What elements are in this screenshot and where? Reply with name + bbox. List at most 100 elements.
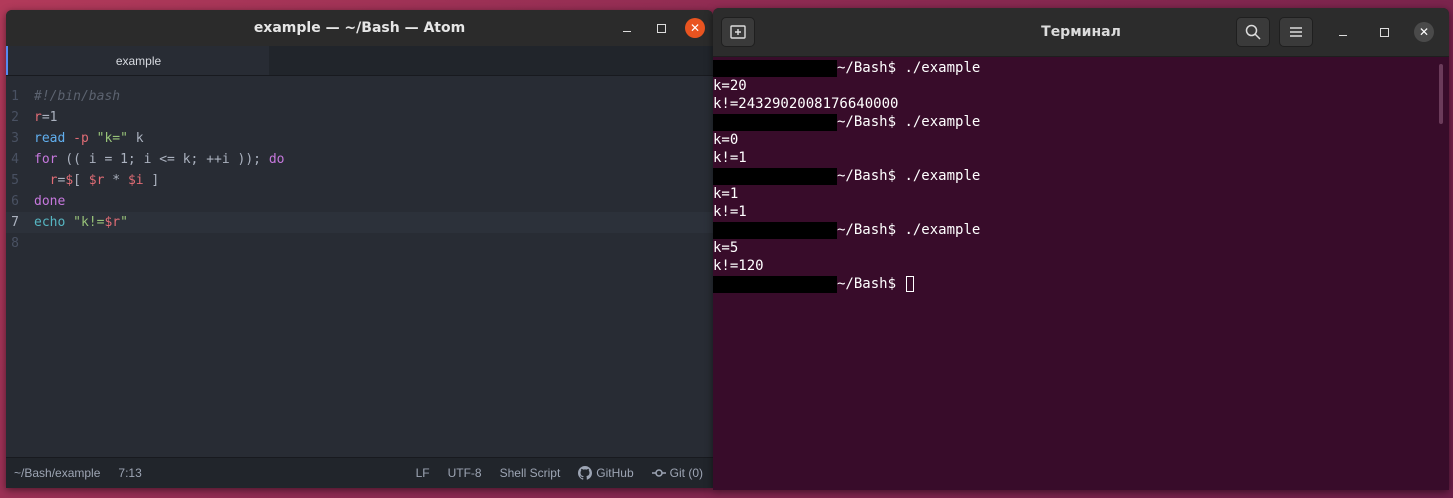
redacted-user-host [713,221,837,239]
new-tab-icon [730,25,746,39]
minimize-icon [1339,34,1347,36]
close-button[interactable]: ✕ [685,18,705,38]
token-keyword: do [268,152,285,167]
status-encoding[interactable]: UTF-8 [448,466,482,480]
status-cursor-position[interactable]: 7:13 [118,466,141,480]
status-github[interactable]: GitHub [578,466,634,480]
code-line-active: 7 echo "k!=$r" [6,212,713,233]
atom-window: example — ~/Bash — Atom ✕ example 1 #!/b… [6,10,713,488]
terminal-title: Терминал [1041,24,1121,40]
token-text: =1 [41,110,58,125]
search-button[interactable] [1236,17,1270,47]
code-line: 8 [6,233,713,254]
token-text: (( i = 1; i <= k; ++i )); [57,152,269,167]
git-commit-icon [651,469,666,477]
minimize-button[interactable] [617,18,637,38]
terminal-window: Терминал ✕ ~/Bash$ ./example k=20 k!=243… [713,8,1449,490]
line-number: 5 [11,173,19,188]
token-keyword: for [34,152,58,167]
token-text: [ [73,173,89,188]
redacted-user-host [713,59,837,77]
command: ./example [904,168,981,184]
output-line: k!=2432902008176640000 [713,96,899,112]
text-cursor [906,276,915,292]
prompt-line-current: ~/Bash$ [713,275,1449,293]
token-dollar: $ [65,173,74,188]
line-number: 3 [11,131,19,146]
minimize-icon [623,30,631,32]
terminal-minimize-button[interactable] [1326,17,1360,47]
code-line: 1 #!/bin/bash [6,86,713,107]
line-number: 4 [11,152,19,167]
close-icon: ✕ [689,21,701,35]
command: ./example [904,60,981,76]
token-var: $r [88,173,105,188]
token-var: r [34,110,42,125]
token-text: k [127,131,144,146]
maximize-button[interactable] [651,18,671,38]
prompt-line: ~/Bash$ ./example [713,59,1449,77]
search-icon [1245,24,1261,40]
status-bar: ~/Bash/example 7:13 LF UTF-8 Shell Scrip… [6,457,713,488]
status-line-ending[interactable]: LF [416,466,430,480]
token-builtin: read [34,131,66,146]
github-label: GitHub [596,466,634,480]
atom-tab-bar: example [6,46,713,76]
token-text: ] [143,173,160,188]
token-text: * [104,173,128,188]
prompt-line: ~/Bash$ ./example [713,113,1449,131]
prompt-line: ~/Bash$ ./example [713,167,1449,185]
output-line: k!=120 [713,258,764,274]
prompt-line: ~/Bash$ ./example [713,221,1449,239]
comment-shebang: #!/bin/bash [34,89,121,104]
code-line: 4 for (( i = 1; i <= k; ++i )); do [6,149,713,170]
status-git[interactable]: Git (0) [651,466,703,480]
status-grammar[interactable]: Shell Script [500,466,561,480]
atom-titlebar[interactable]: example — ~/Bash — Atom ✕ [6,10,713,46]
prompt-path: ~/Bash$ [837,60,905,76]
git-label: Git (0) [669,466,703,480]
prompt-path: ~/Bash$ [837,168,905,184]
code-line: 2 r=1 [6,107,713,128]
token-var: $r [104,215,121,230]
terminal-maximize-button[interactable] [1367,17,1401,47]
token-string: "k!= [65,215,105,230]
scrollbar[interactable] [1439,64,1443,124]
menu-button[interactable] [1279,17,1313,47]
command: ./example [904,222,981,238]
token-string: "k=" [96,131,128,146]
output-line: k=1 [713,186,739,202]
hamburger-menu-icon [1290,27,1302,37]
token-flag: -p [65,131,97,146]
code-line: 5 r=$[ $r * $i ] [6,170,713,191]
output-line: k=20 [713,78,747,94]
code-line: 6 done [6,191,713,212]
terminal-close-button[interactable]: ✕ [1407,17,1441,47]
new-tab-button[interactable] [721,17,755,47]
status-file-path[interactable]: ~/Bash/example [14,466,100,480]
prompt-path: ~/Bash$ [837,222,905,238]
atom-window-title: example — ~/Bash — Atom [253,20,466,36]
redacted-user-host [713,275,837,293]
maximize-icon [1379,27,1389,37]
atom-window-controls: ✕ [617,10,705,46]
line-number: 6 [11,194,19,209]
terminal-output[interactable]: ~/Bash$ ./example k=20 k!=24329020081766… [713,57,1449,293]
command: ./example [904,114,981,130]
redacted-user-host [713,113,837,131]
code-editor[interactable]: 1 #!/bin/bash 2 r=1 3 read -p "k=" k 4 f… [6,76,713,458]
line-number: 8 [11,236,19,251]
token-builtin: echo [34,215,66,230]
output-line: k=0 [713,132,739,148]
terminal-headerbar[interactable]: Терминал ✕ [713,8,1449,57]
line-number: 1 [11,89,19,104]
maximize-icon [656,23,666,33]
github-icon [578,466,593,480]
line-number: 7 [11,215,19,230]
output-line: k!=1 [713,204,747,220]
token-var: $i [127,173,144,188]
line-number: 2 [11,110,19,125]
tab-example[interactable]: example [6,46,269,75]
token-keyword: done [34,194,66,209]
